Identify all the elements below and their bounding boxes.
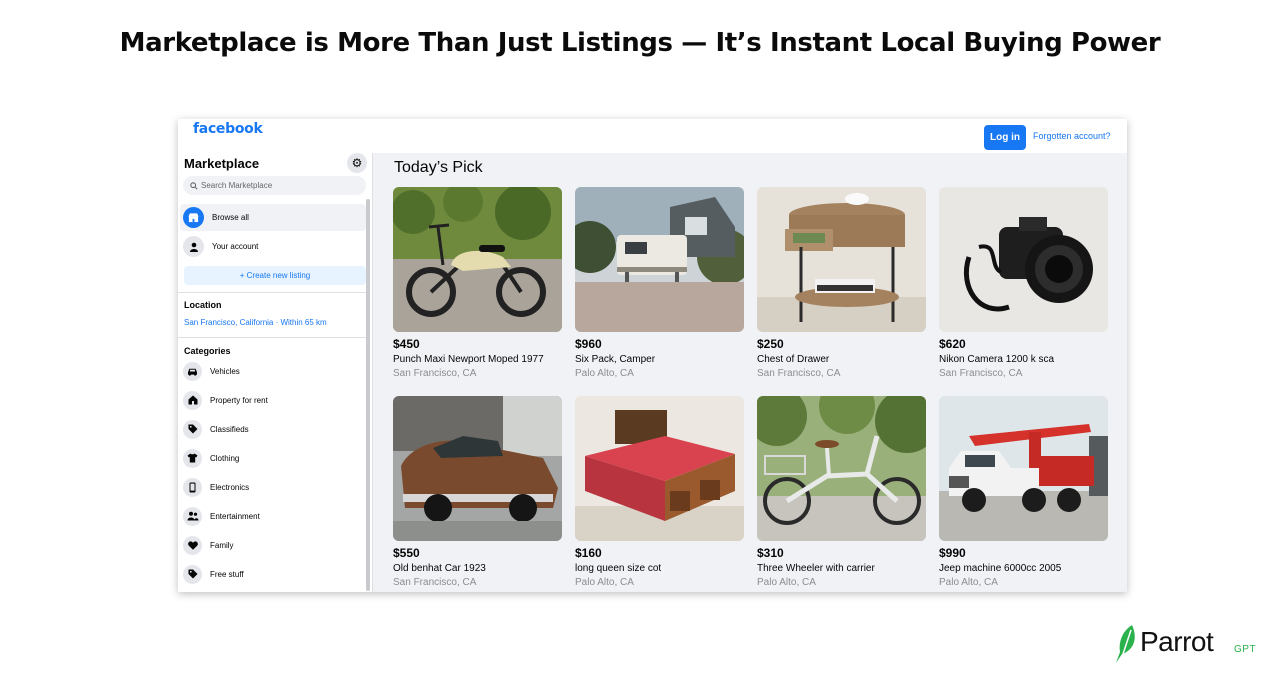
heart-icon <box>183 535 202 555</box>
brand-suffix: GPT <box>1234 644 1257 655</box>
section-title: Today’s Pick <box>394 159 483 176</box>
brand-name: Parrot <box>1140 626 1214 657</box>
bed-photo <box>575 396 744 541</box>
category-label: Family <box>210 540 234 550</box>
listing-location: Palo Alto, CA <box>575 368 634 379</box>
listing-title: Nikon Camera 1200 k sca <box>939 354 1055 365</box>
search-bar[interactable] <box>183 176 366 195</box>
listing-card[interactable]: $620 Nikon Camera 1200 k sca San Francis… <box>939 187 1108 381</box>
listing-price: $450 <box>393 337 420 351</box>
listing-price: $160 <box>575 546 602 560</box>
page-headline: Marketplace is More Than Just Listings —… <box>119 28 1161 58</box>
sidebar-title: Marketplace <box>184 156 260 171</box>
location-heading: Location <box>184 300 222 310</box>
listing-title: long queen size cot <box>575 563 662 574</box>
side-table-photo <box>757 187 926 332</box>
car-icon <box>183 361 202 381</box>
nav-your-account[interactable]: Your account <box>180 233 366 260</box>
category-electronics[interactable]: Electronics <box>183 475 249 499</box>
marketplace-screenshot: facebook Log in Forgotten account? Marke… <box>178 119 1127 592</box>
listing-card[interactable]: $250 Chest of Drawer San Francisco, CA <box>757 187 926 381</box>
listing-price: $250 <box>757 337 784 351</box>
listing-location: San Francisco, CA <box>757 368 841 379</box>
tag-icon <box>183 564 202 584</box>
moped-photo <box>393 187 562 332</box>
listing-card[interactable]: $960 Six Pack, Camper Palo Alto, CA <box>575 187 744 381</box>
divider <box>178 292 367 293</box>
sidebar-scrollbar[interactable] <box>366 199 370 591</box>
category-clothing[interactable]: Clothing <box>183 446 239 470</box>
listing-title: Jeep machine 6000cc 2005 <box>939 563 1062 574</box>
nav-label: Your account <box>212 242 259 251</box>
listing-card[interactable]: $990 Jeep machine 6000cc 2005 Palo Alto,… <box>939 396 1108 590</box>
nav-label: Browse all <box>212 213 249 222</box>
forgot-account-link[interactable]: Forgotten account? <box>1033 131 1111 141</box>
listing-price: $620 <box>939 337 966 351</box>
listing-location: Palo Alto, CA <box>575 577 634 588</box>
listing-location: Palo Alto, CA <box>757 577 816 588</box>
category-label: Free stuff <box>210 569 244 579</box>
tricycle-photo <box>757 396 926 541</box>
listing-card[interactable]: $310 Three Wheeler with carrier Palo Alt… <box>757 396 926 590</box>
listing-price: $990 <box>939 546 966 560</box>
parrot-gpt-logo: Parrot GPT <box>1114 624 1264 664</box>
category-classifieds[interactable]: Classifieds <box>183 417 249 441</box>
location-value-link[interactable]: San Francisco, California · Within 65 km <box>184 318 327 327</box>
listing-card[interactable]: $450 Punch Maxi Newport Moped 1977 San F… <box>393 187 562 381</box>
category-vehicles[interactable]: Vehicles <box>183 359 240 383</box>
listing-card[interactable]: $550 Old benhat Car 1923 San Francisco, … <box>393 396 562 590</box>
listing-title: Old benhat Car 1923 <box>393 563 486 574</box>
phone-icon <box>183 477 202 497</box>
sidebar: Marketplace ⚙ Browse all Your account + … <box>178 153 373 592</box>
listing-title: Chest of Drawer <box>757 354 830 365</box>
shirt-icon <box>183 448 202 468</box>
category-free-stuff[interactable]: Free stuff <box>183 562 244 586</box>
listing-title: Three Wheeler with carrier <box>757 563 875 574</box>
category-label: Clothing <box>210 453 240 463</box>
category-label: Vehicles <box>210 366 240 376</box>
category-family[interactable]: Family <box>183 533 234 557</box>
create-listing-button[interactable]: + Create new listing <box>184 266 366 285</box>
camper-photo <box>575 187 744 332</box>
listing-location: San Francisco, CA <box>939 368 1023 379</box>
vintage-car-photo <box>393 396 562 541</box>
category-label: Electronics <box>210 482 250 492</box>
people-icon <box>183 506 202 526</box>
storefront-icon <box>183 207 204 228</box>
tag-icon <box>183 419 202 439</box>
categories-heading: Categories <box>184 346 231 356</box>
search-icon <box>190 181 198 190</box>
listing-price: $310 <box>757 546 784 560</box>
house-icon <box>183 390 202 410</box>
category-label: Classifieds <box>210 424 249 434</box>
search-input[interactable] <box>201 181 351 190</box>
category-entertainment[interactable]: Entertainment <box>183 504 260 528</box>
person-icon <box>183 236 204 257</box>
listing-title: Punch Maxi Newport Moped 1977 <box>393 354 544 365</box>
nav-browse-all[interactable]: Browse all <box>180 204 366 231</box>
login-button[interactable]: Log in <box>984 125 1026 150</box>
category-label: Entertainment <box>210 511 260 521</box>
divider <box>178 337 367 338</box>
listing-price: $960 <box>575 337 602 351</box>
category-property[interactable]: Property for rent <box>183 388 268 412</box>
parrot-feather-icon <box>1116 625 1135 663</box>
listing-card[interactable]: $160 long queen size cot Palo Alto, CA <box>575 396 744 590</box>
camera-photo <box>939 187 1108 332</box>
listing-price: $550 <box>393 546 420 560</box>
facebook-logo[interactable]: facebook <box>193 121 263 137</box>
listing-title: Six Pack, Camper <box>575 354 656 365</box>
listing-location: San Francisco, CA <box>393 577 477 588</box>
listing-location: San Francisco, CA <box>393 368 477 379</box>
top-bar: facebook Log in Forgotten account? <box>178 119 1127 153</box>
gear-icon[interactable]: ⚙ <box>347 153 367 173</box>
crane-truck-photo <box>939 396 1108 541</box>
listing-location: Palo Alto, CA <box>939 577 998 588</box>
category-label: Property for rent <box>210 395 268 405</box>
